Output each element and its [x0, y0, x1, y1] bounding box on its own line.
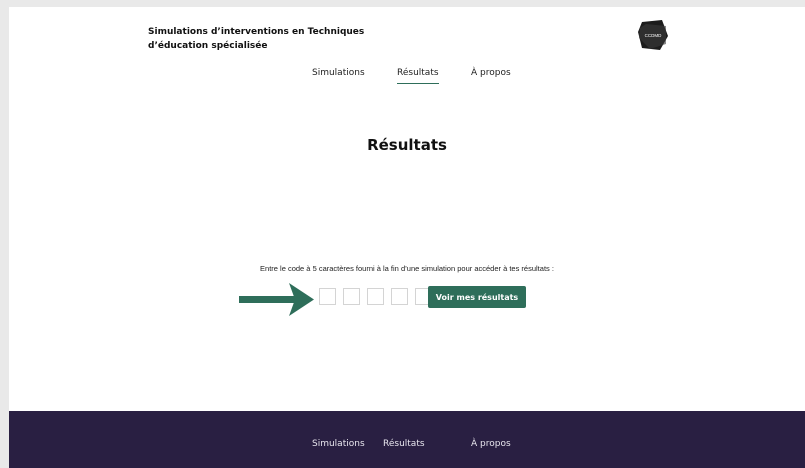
site-title-line-2: d’éducation spécialisée	[148, 40, 268, 51]
logo-text: CCDMD	[645, 33, 662, 38]
code-char-input-3[interactable]	[367, 288, 384, 305]
top-nav: Simulations Résultats À propos	[9, 68, 805, 92]
footer: Simulations Résultats À propos	[9, 411, 805, 468]
page-title: Résultats	[367, 136, 447, 154]
site-title[interactable]: Simulations d’interventions en Technique…	[148, 26, 388, 53]
code-char-input-4[interactable]	[391, 288, 408, 305]
nav-a-propos[interactable]: À propos	[471, 68, 511, 78]
nav-simulations[interactable]: Simulations	[312, 68, 365, 78]
footer-nav-simulations[interactable]: Simulations	[312, 439, 365, 449]
arrow-right-icon	[239, 282, 315, 322]
code-char-input-1[interactable]	[319, 288, 336, 305]
page: Simulations d’interventions en Technique…	[9, 7, 805, 468]
view-results-button[interactable]: Voir mes résultats	[428, 286, 526, 308]
footer-nav-a-propos[interactable]: À propos	[471, 439, 511, 449]
ccdmd-logo-icon[interactable]: CCDMD	[636, 18, 670, 52]
site-title-line-1: Simulations d’interventions en Technique…	[148, 27, 365, 37]
nav-resultats[interactable]: Résultats	[397, 68, 439, 84]
code-char-input-2[interactable]	[343, 288, 360, 305]
footer-nav-resultats[interactable]: Résultats	[383, 439, 425, 449]
code-instruction: Entre le code à 5 caractères fourni à la…	[260, 264, 554, 273]
